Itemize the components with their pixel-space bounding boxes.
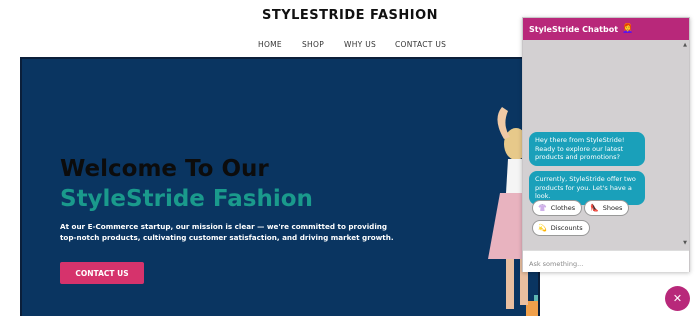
close-icon: ✕ (672, 292, 683, 305)
nav-why-us[interactable]: WHY US (344, 40, 376, 49)
option-clothes-button[interactable]: 👚 Clothes (532, 200, 583, 216)
shoe-icon: 👠 (590, 204, 599, 212)
nav-shop[interactable]: SHOP (302, 40, 324, 49)
contact-us-button[interactable]: CONTACT US (60, 262, 144, 284)
clothes-icon: 👚 (538, 204, 547, 212)
chat-message: Hey there from StyleStride! Ready to exp… (529, 132, 645, 166)
hero-banner: Welcome To Our StyleStride Fashion At ou… (20, 57, 540, 316)
option-label: Clothes (550, 204, 576, 212)
discount-icon: 💫 (538, 224, 547, 232)
scroll-up-arrow-icon[interactable]: ▲ (683, 42, 687, 48)
chatbot-header: StyleStride Chatbot 👩‍🦰 (523, 18, 689, 40)
nav-home[interactable]: HOME (258, 40, 282, 49)
chatbot-window: StyleStride Chatbot 👩‍🦰 ▲ Hey there from… (522, 17, 690, 275)
option-label: Discounts (550, 224, 583, 232)
option-discounts-button[interactable]: 💫 Discounts (532, 220, 590, 236)
option-shoes-button[interactable]: 👠 Shoes (584, 200, 630, 216)
hero-title-brand: StyleStride Fashion (60, 186, 313, 212)
option-label: Shoes (602, 204, 623, 212)
hero-description: At our E-Commerce startup, our mission i… (60, 222, 394, 242)
hero-title: Welcome To Our (60, 156, 269, 182)
scroll-down-arrow-icon[interactable]: ▼ (683, 240, 687, 246)
close-chat-button[interactable]: ✕ (665, 286, 690, 311)
bot-avatar-icon: 👩‍🦰 (622, 24, 634, 34)
chat-input[interactable] (523, 253, 689, 275)
nav-contact-us[interactable]: CONTACT US (395, 40, 446, 49)
chatbot-title: StyleStride Chatbot (529, 24, 619, 34)
chat-input-area (523, 250, 689, 275)
